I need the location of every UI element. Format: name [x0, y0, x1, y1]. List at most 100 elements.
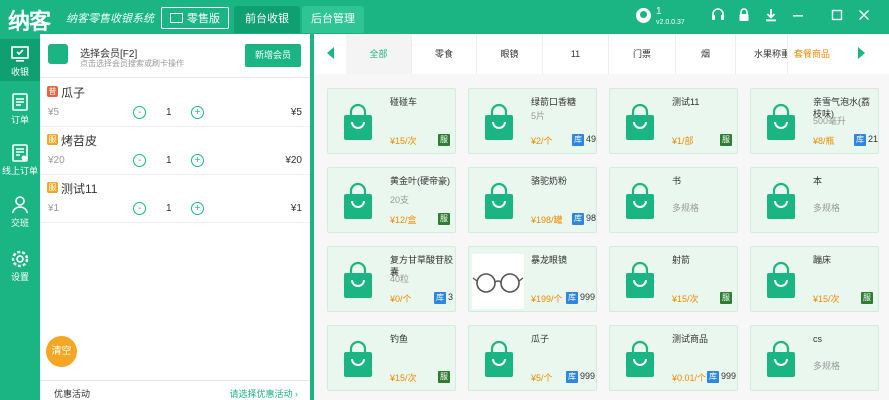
product-card[interactable]: 暴龙眼镜 ¥199/个库 999: [468, 246, 597, 312]
order-line[interactable]: 普 瓜子 ¥5 - 1 + ¥5: [40, 79, 310, 127]
order-line-name: 烤苕皮: [61, 134, 98, 148]
user-name: 1: [656, 6, 662, 17]
product-card[interactable]: 测试商品 ¥0.01/个库 999: [609, 325, 738, 391]
app-logo: 纳客: [8, 9, 51, 35]
promotion-select-link[interactable]: 请选择优惠活动 ›: [230, 387, 299, 400]
minimize-icon[interactable]: [789, 7, 807, 25]
decrease-qty-button[interactable]: -: [133, 202, 146, 215]
shopping-bag-icon: [338, 103, 378, 143]
order-line-qty[interactable]: 1: [166, 155, 172, 166]
service-badge: 服: [720, 134, 732, 146]
sidebar-item-orders[interactable]: 订单: [0, 87, 40, 129]
product-photo: [472, 254, 524, 309]
product-card[interactable]: 绿箭口香糖 5片 ¥2/个 库 49: [468, 88, 597, 154]
settings-icon: [11, 250, 29, 268]
product-name: 骆驼奶粉: [531, 176, 568, 186]
close-icon[interactable]: [855, 7, 873, 25]
product-card[interactable]: 碰碰车 ¥15/次 服: [327, 88, 456, 154]
retail-edition-label: 零售版: [187, 13, 220, 25]
retail-edition-button[interactable]: 零售版: [161, 7, 229, 29]
product-stock: 21: [868, 134, 879, 144]
order-line-name: 测试11: [61, 182, 98, 196]
sidebar-label-orders: 订单: [10, 115, 29, 125]
stock-badge: 库: [566, 371, 578, 383]
product-spec: 20支: [390, 195, 410, 205]
category-next-arrow-icon[interactable]: [858, 47, 865, 59]
order-line-price: ¥5: [48, 107, 60, 118]
tab-back-office[interactable]: 后台管理: [302, 6, 364, 33]
stock-badge: 库: [572, 134, 584, 146]
category-prev-arrow-icon[interactable]: [327, 47, 334, 59]
sidebar-item-cashier[interactable]: 收银: [0, 39, 40, 81]
category-tab[interactable]: 烟: [676, 34, 736, 74]
member-selector[interactable]: 选择会员[F2] 点击选择会员搜索或刷卡操作 新增会员: [40, 34, 310, 78]
product-stock: 999: [580, 292, 596, 302]
sidebar-item-online-orders[interactable]: 线上订单: [0, 138, 40, 180]
category-tab[interactable]: 零食: [412, 34, 477, 74]
title-bar: 纳客 纳客零售收银系统 零售版 前台收银 后台管理 1 v2.0.0.37: [0, 0, 889, 35]
clear-cart-button[interactable]: 清空: [46, 336, 77, 367]
download-icon[interactable]: [762, 7, 780, 25]
increase-qty-button[interactable]: +: [191, 106, 204, 119]
stock-badge: 库: [434, 292, 446, 304]
product-card[interactable]: 测试11 ¥1/部 服: [609, 88, 738, 154]
promotion-row[interactable]: 优惠活动 请选择优惠活动 ›: [40, 380, 310, 400]
tab-front-cashier[interactable]: 前台收银: [234, 6, 300, 33]
avatar: [636, 8, 651, 23]
category-tab-all[interactable]: 全部: [346, 34, 412, 74]
stock-badge: 库: [707, 371, 719, 383]
category-tab[interactable]: 眼镜: [477, 34, 543, 74]
maximize-icon[interactable]: [828, 7, 846, 25]
product-stock: 49: [586, 134, 597, 144]
product-card[interactable]: 钓鱼 ¥15/次 服: [327, 325, 456, 391]
service-badge: 服: [861, 292, 873, 304]
product-card[interactable]: 骆驼奶粉 ¥198/罐库 98: [468, 167, 597, 233]
product-card[interactable]: cs 多规格: [750, 325, 879, 391]
shopping-bag-icon: [338, 182, 378, 222]
product-name: 射箭: [672, 255, 691, 265]
category-tab[interactable]: 门票: [609, 34, 676, 74]
add-member-button[interactable]: 新增会员: [245, 44, 301, 67]
product-stock: 999: [721, 371, 737, 381]
decrease-qty-button[interactable]: -: [133, 106, 146, 119]
product-card[interactable]: 本多规格: [750, 167, 879, 233]
category-tab[interactable]: 11: [543, 34, 609, 74]
product-price: ¥0/个: [390, 294, 412, 304]
product-stock: 3: [448, 292, 454, 302]
category-tab[interactable]: 水果称重: [736, 34, 788, 74]
order-line-price: ¥1: [48, 203, 60, 214]
product-card[interactable]: 射箭 ¥15/次 服: [609, 246, 738, 312]
product-card[interactable]: 黄金叶(硬帝豪) 20支 ¥12/盒 服: [327, 167, 456, 233]
product-card[interactable]: 瓜子 ¥5/个 库 999: [468, 325, 597, 391]
headset-icon[interactable]: [709, 7, 727, 25]
product-stock: 999: [580, 371, 596, 381]
order-line-qty[interactable]: 1: [166, 203, 172, 214]
sidebar-label-settings: 设置: [10, 272, 29, 282]
shopping-bag-icon: [479, 182, 519, 222]
order-line[interactable]: 服 测试11 ¥1 - 1 + ¥1: [40, 175, 310, 223]
order-line[interactable]: 服 烤苕皮 ¥20 - 1 + ¥20: [40, 127, 310, 175]
product-card[interactable]: 书多规格: [609, 167, 738, 233]
order-panel: 选择会员[F2] 点击选择会员搜索或刷卡操作 新增会员 普 瓜子 ¥5 - 1 …: [40, 34, 310, 400]
product-card[interactable]: 亲雪气泡水(荔枝味) 500毫升 ¥8/瓶库 21: [750, 88, 879, 154]
order-line-qty[interactable]: 1: [166, 107, 172, 118]
product-price: ¥1/部: [672, 136, 694, 146]
category-tab-bundle[interactable]: 套餐商品: [788, 34, 836, 74]
stock-badge: 库: [566, 292, 578, 304]
app-version: v2.0.0.37: [656, 19, 685, 26]
shopping-bag-icon: [761, 261, 801, 301]
increase-qty-button[interactable]: +: [191, 154, 204, 167]
sidebar-item-settings[interactable]: 设置: [0, 244, 40, 286]
shopping-bag-icon: [761, 103, 801, 143]
product-price: ¥199/个: [531, 294, 563, 304]
product-name: cs: [813, 334, 822, 344]
decrease-qty-button[interactable]: -: [133, 154, 146, 167]
product-card[interactable]: 复方甘草酸苷胶囊 40粒 ¥0/个库 3: [327, 246, 456, 312]
sidebar-item-handover[interactable]: 交班: [0, 190, 40, 232]
increase-qty-button[interactable]: +: [191, 202, 204, 215]
sidebar-label-handover: 交班: [10, 218, 29, 228]
stock-badge: 库: [854, 134, 866, 146]
lock-icon[interactable]: [735, 7, 753, 25]
order-line-tag: 普: [47, 86, 58, 97]
product-card[interactable]: 蹦床 ¥15/次 服: [750, 246, 879, 312]
